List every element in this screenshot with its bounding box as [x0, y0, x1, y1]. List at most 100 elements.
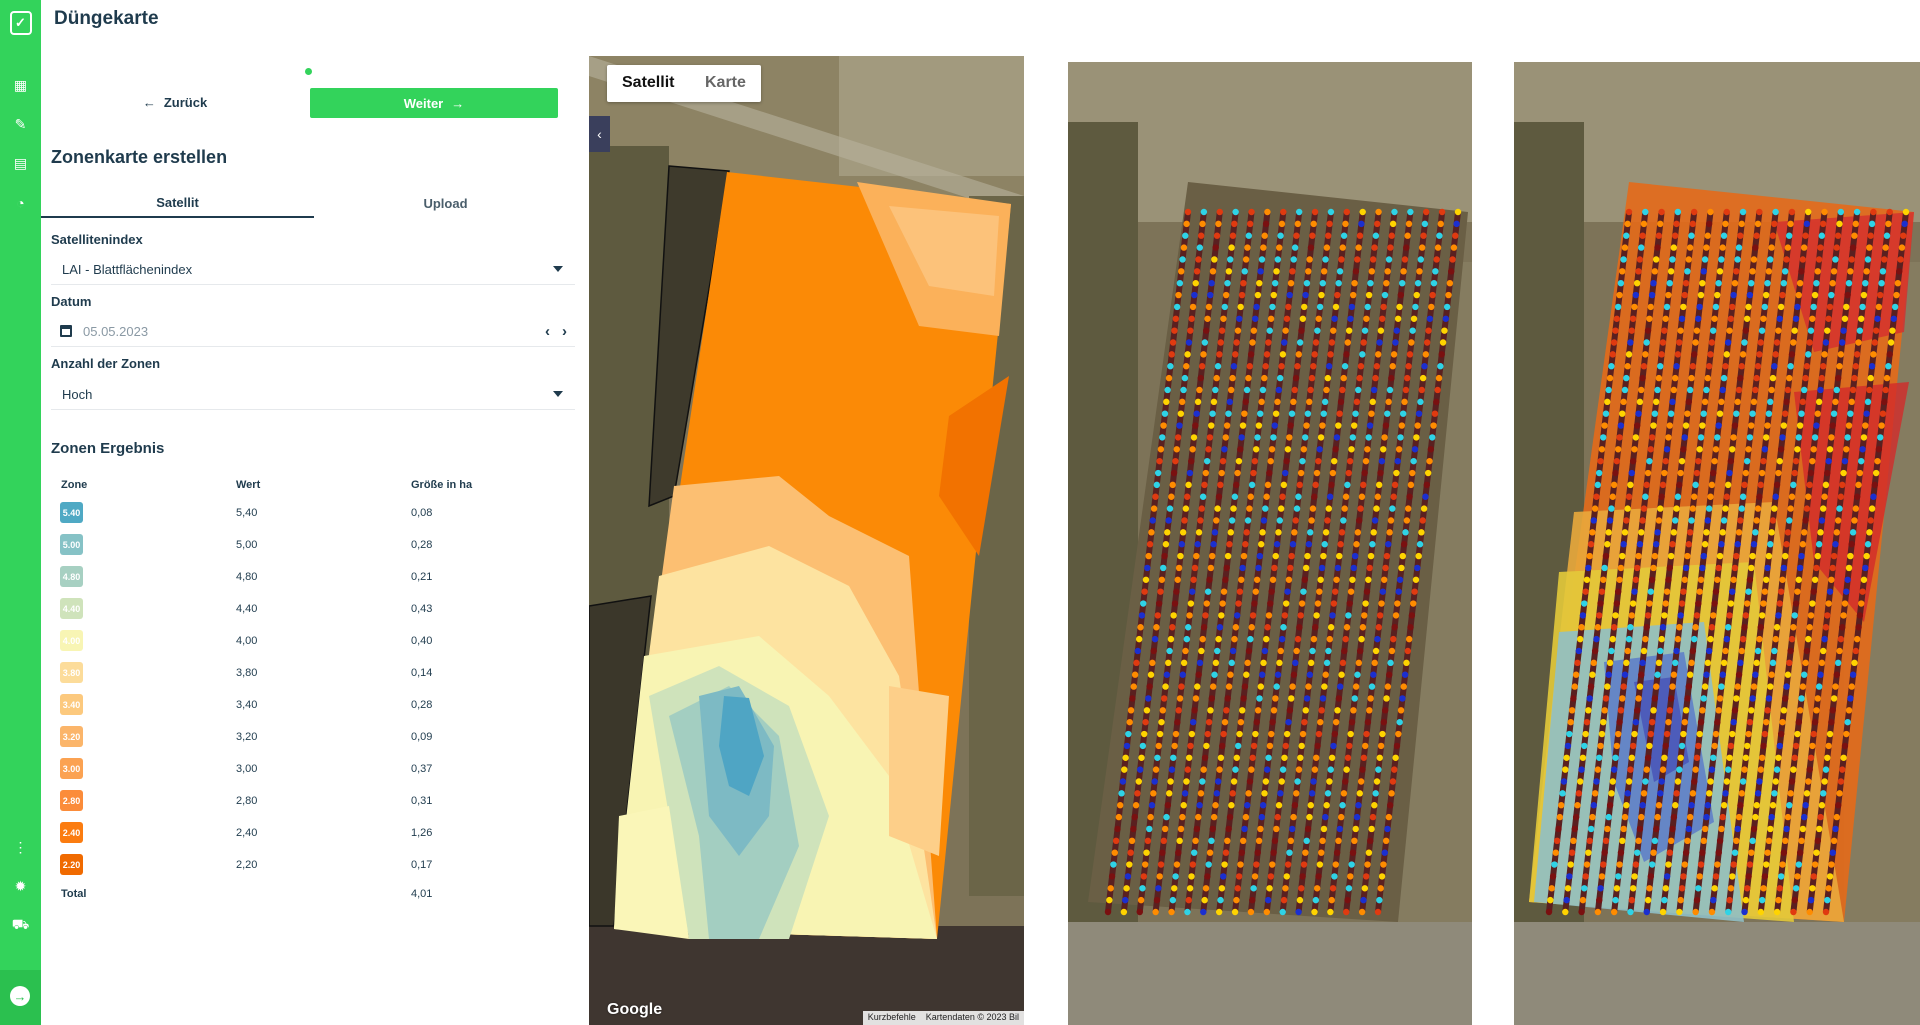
sample-point — [1398, 564, 1405, 572]
logout-icon[interactable]: → — [10, 986, 30, 1006]
sample-point — [1139, 885, 1146, 892]
tab-upload[interactable]: Upload — [314, 188, 577, 218]
sample-point — [1598, 730, 1606, 738]
back-button[interactable]: ← Zurück — [120, 90, 230, 114]
sample-point — [1821, 351, 1828, 358]
sample-point — [1152, 766, 1160, 773]
sample-point — [1705, 363, 1713, 370]
sample-point — [1225, 410, 1232, 417]
sample-point — [1796, 849, 1804, 856]
sample-point — [1260, 659, 1267, 667]
more-icon[interactable]: ⋮ — [0, 836, 41, 858]
sample-point — [1393, 469, 1400, 477]
chevron-left-icon[interactable]: ‹ — [545, 323, 550, 340]
sample-point — [1359, 208, 1366, 216]
dashboard-icon[interactable]: ▦ — [0, 74, 41, 96]
zones-count-select[interactable]: Hoch — [51, 380, 575, 410]
sample-point — [1723, 493, 1731, 500]
sample-point — [1405, 220, 1413, 228]
sample-point — [1246, 220, 1254, 228]
keyboard-shortcuts-link[interactable]: Kurzbefehle — [863, 1011, 921, 1025]
chevron-right-icon[interactable]: › — [562, 323, 567, 340]
table-row: 4.00 4,00 0,40 — [60, 630, 540, 652]
sample-point — [1688, 659, 1695, 667]
index-select[interactable]: LAI - Blattflächenindex — [51, 255, 575, 285]
sample-point — [1708, 481, 1716, 489]
sample-point — [1323, 386, 1330, 394]
sample-point — [1663, 588, 1671, 595]
sample-point — [1718, 256, 1725, 263]
sample-point — [1366, 564, 1373, 572]
sample-point — [1632, 434, 1640, 441]
sample-point — [1387, 517, 1395, 524]
sample-point — [1568, 849, 1576, 856]
logo-icon[interactable]: ✓ — [0, 8, 41, 38]
date-field[interactable]: 05.05.2023 ‹ › — [51, 317, 575, 347]
map-icon[interactable]: ▤ — [0, 152, 41, 174]
sample-point — [1391, 481, 1399, 489]
sample-point — [1208, 695, 1216, 702]
sample-point — [1244, 244, 1251, 251]
sample-point — [1387, 659, 1394, 667]
sample-point — [1628, 327, 1635, 334]
next-button[interactable]: Weiter → — [310, 88, 558, 118]
sample-point — [1318, 849, 1325, 856]
sample-point — [1868, 220, 1876, 228]
sample-point — [1361, 327, 1369, 334]
sample-point — [1209, 552, 1216, 560]
sample-point — [1251, 873, 1259, 880]
sample-point — [1270, 707, 1278, 714]
sample-point — [1851, 517, 1858, 524]
sample-point — [1337, 398, 1345, 406]
chart-icon[interactable]: ◔ — [0, 192, 41, 214]
sample-point — [1773, 481, 1781, 489]
sample-point — [1575, 647, 1583, 655]
sample-point — [1417, 256, 1425, 263]
sample-point — [1377, 469, 1384, 477]
cart-icon[interactable]: ⛟ — [0, 914, 41, 936]
zone-map[interactable]: Satellit Karte ‹ Google Kurzbefehle Kart… — [589, 56, 1024, 1025]
tab-satellit[interactable]: Satellit — [41, 188, 314, 218]
sample-point — [1682, 564, 1690, 572]
sample-point — [1583, 576, 1591, 583]
map-type-satellit[interactable]: Satellit — [622, 74, 674, 92]
table-row: 3.00 3,00 0,37 — [60, 758, 540, 780]
sample-point — [1392, 612, 1400, 619]
pencil-icon[interactable]: ✎ — [0, 113, 41, 135]
sample-point — [1437, 363, 1444, 370]
sample-point — [1547, 896, 1554, 904]
sample-point — [1254, 434, 1261, 441]
sample-point — [1250, 469, 1257, 477]
sample-point — [1193, 410, 1200, 417]
sample-point — [1368, 825, 1375, 833]
sample-point — [1589, 529, 1596, 536]
sample-point — [1230, 778, 1238, 785]
sample-point — [1756, 493, 1763, 500]
sample-point — [1335, 695, 1343, 702]
sample-point — [1704, 659, 1712, 667]
sample-point — [1833, 671, 1841, 678]
sample-point — [1220, 873, 1227, 880]
sample-point — [1219, 600, 1226, 607]
sample-point — [1278, 635, 1286, 643]
map-type-karte[interactable]: Karte — [705, 74, 746, 92]
sample-point — [1366, 422, 1374, 429]
settings-icon[interactable]: ✹ — [0, 875, 41, 897]
sample-point — [1703, 386, 1710, 394]
sample-point — [1236, 315, 1243, 322]
sample-point — [1327, 351, 1334, 358]
sample-point — [1243, 386, 1251, 394]
sample-point — [1600, 718, 1607, 726]
collapse-panel-button[interactable]: ‹ — [589, 116, 610, 152]
sample-point — [1294, 635, 1302, 643]
sample-point — [1352, 268, 1360, 275]
sample-point — [1406, 351, 1414, 358]
sample-point — [1239, 564, 1246, 572]
sample-point — [1197, 232, 1205, 239]
sample-point — [1858, 457, 1865, 465]
sample-point — [1368, 268, 1376, 275]
sample-point — [1369, 398, 1376, 406]
zone-size: 0,28 — [411, 539, 433, 551]
sample-point — [1371, 244, 1378, 251]
sample-point — [1832, 256, 1839, 263]
